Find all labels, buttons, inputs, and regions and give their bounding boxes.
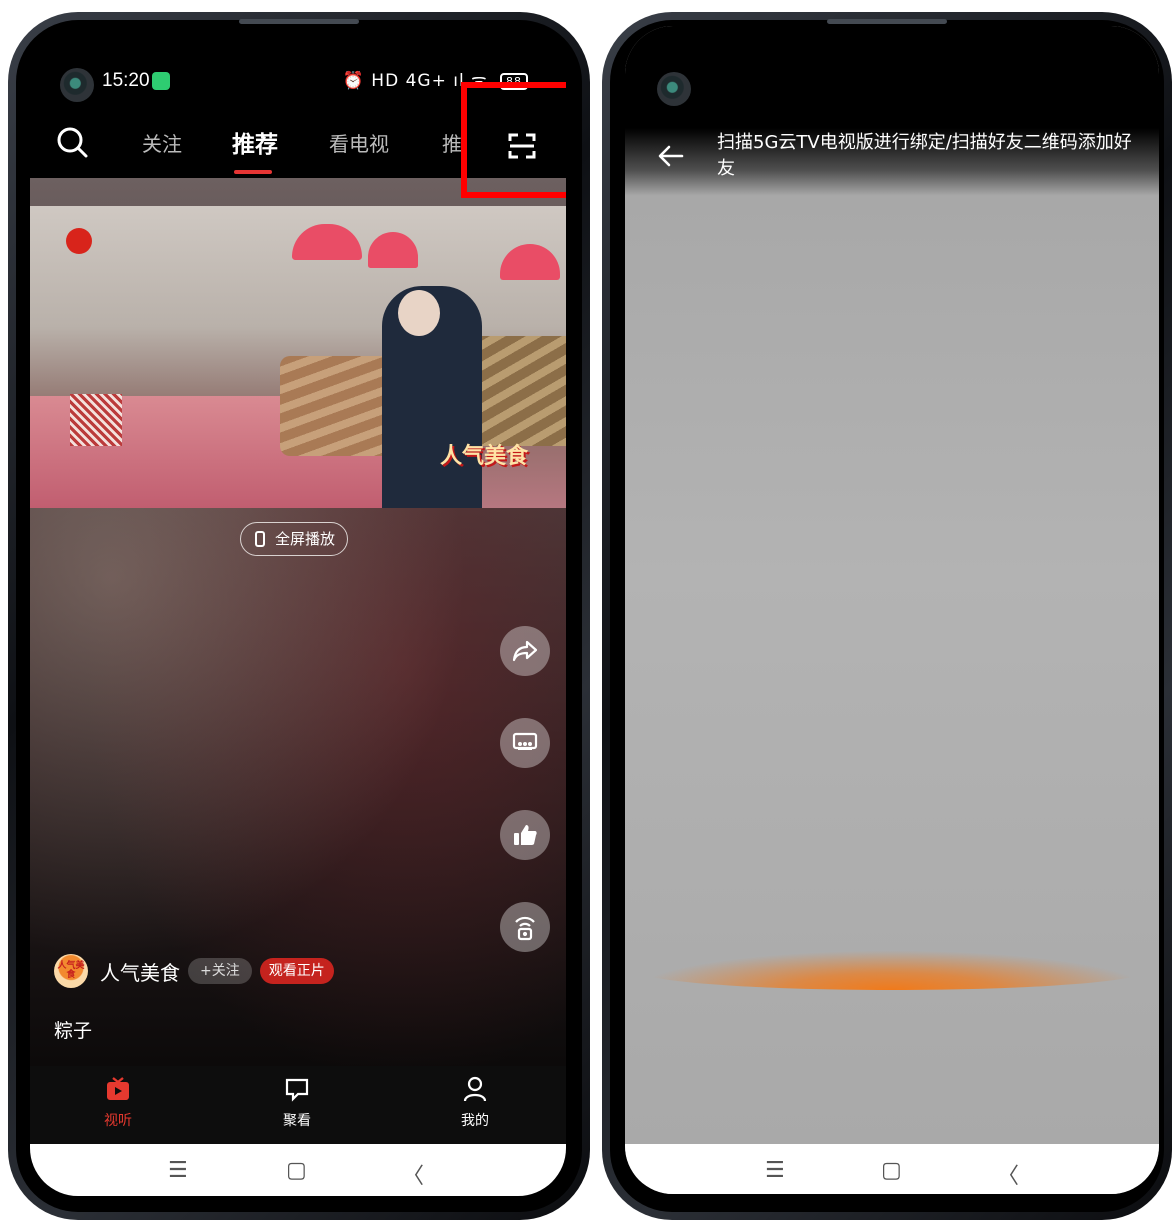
tab-watch-tv[interactable]: 看电视 bbox=[329, 128, 389, 157]
like-button[interactable] bbox=[500, 810, 550, 860]
scan-header: 扫描5G云TV电视版进行绑定/扫描好友二维码添加好友 bbox=[625, 26, 1159, 196]
zongzi-pile bbox=[470, 336, 566, 446]
vendor-head bbox=[398, 290, 440, 336]
system-navigation-bar: ☰ ▢ 〈 bbox=[625, 1144, 1159, 1194]
tab-follow[interactable]: 关注 bbox=[142, 128, 182, 157]
video-caption: 粽子 bbox=[54, 1020, 93, 1042]
camera-viewfinder bbox=[625, 196, 1159, 1144]
author-row: 人气美食 人气美食 +关注 观看正片 bbox=[54, 954, 334, 988]
tab-recommend[interactable]: 推荐 bbox=[232, 125, 278, 159]
search-icon[interactable] bbox=[56, 126, 90, 164]
home-icon[interactable]: ▢ bbox=[881, 1158, 902, 1183]
fullscreen-label: 全屏播放 bbox=[275, 529, 336, 548]
video-player[interactable]: 人气美食 bbox=[30, 206, 566, 508]
bottom-nav-label: 视听 bbox=[104, 1113, 132, 1129]
left-screen: 15:20 ⏰ HD 4G+ ıl ᯤ 88 关注 推荐 看电视 推 人气美食 … bbox=[30, 24, 566, 1196]
right-phone: 扫描5G云TV电视版进行绑定/扫描好友二维码添加好友 ☰ ▢ 〈 bbox=[602, 12, 1172, 1220]
fullscreen-button[interactable]: 全屏播放 bbox=[240, 522, 349, 556]
bottom-nav-gather[interactable]: 聚看 bbox=[252, 1076, 342, 1130]
avatar[interactable]: 人气美食 bbox=[54, 954, 88, 988]
notification-icon bbox=[152, 72, 170, 90]
lamp-shape bbox=[292, 224, 362, 260]
back-icon[interactable]: 〈 bbox=[402, 1158, 424, 1190]
right-screen: 扫描5G云TV电视版进行绑定/扫描好友二维码添加好友 ☰ ▢ 〈 bbox=[625, 26, 1159, 1194]
bottom-nav-label: 聚看 bbox=[283, 1113, 311, 1129]
active-tab-indicator bbox=[234, 170, 272, 174]
share-button[interactable] bbox=[500, 626, 550, 676]
video-overlay-text: 人气美食 bbox=[440, 444, 529, 469]
home-icon[interactable]: ▢ bbox=[286, 1158, 307, 1183]
author-name[interactable]: 人气美食 bbox=[100, 957, 180, 986]
chat-icon bbox=[285, 1078, 309, 1102]
system-navigation-bar: ☰ ▢ 〈 bbox=[30, 1144, 566, 1196]
speaker-grille bbox=[827, 19, 947, 24]
scan-line bbox=[635, 950, 1149, 990]
qr-sticker bbox=[70, 394, 122, 446]
menu-icon[interactable]: ☰ bbox=[765, 1158, 785, 1183]
lamp-shape bbox=[500, 244, 560, 280]
front-camera bbox=[60, 68, 94, 102]
video-feed: 人气美食 全屏播放 人气美食 人气美食 +关注 观看正片 粽子 bbox=[30, 178, 566, 1066]
screening-room-icon bbox=[512, 732, 538, 750]
user-icon bbox=[463, 1076, 487, 1102]
watch-full-button[interactable]: 观看正片 bbox=[259, 958, 334, 984]
back-arrow-icon[interactable] bbox=[657, 144, 685, 172]
tab-more[interactable]: 推 bbox=[442, 128, 462, 157]
status-time: 15:20 bbox=[102, 70, 150, 91]
follow-button[interactable]: +关注 bbox=[188, 958, 252, 984]
remote-control-icon bbox=[515, 916, 535, 941]
front-camera bbox=[657, 72, 691, 106]
lamp-shape bbox=[368, 232, 418, 268]
bottom-nav-label: 我的 bbox=[461, 1113, 489, 1129]
back-icon[interactable]: 〈 bbox=[997, 1158, 1019, 1190]
bottom-nav-mine[interactable]: 我的 bbox=[430, 1076, 520, 1130]
bottom-navigation: 视听 聚看 我的 bbox=[30, 1066, 566, 1146]
share-icon bbox=[512, 640, 538, 662]
rotate-phone-icon bbox=[255, 531, 265, 547]
bottom-nav-audio-video[interactable]: 视听 bbox=[73, 1076, 163, 1130]
left-phone: 15:20 ⏰ HD 4G+ ıl ᯤ 88 关注 推荐 看电视 推 人气美食 … bbox=[8, 12, 590, 1220]
thumbs-up-icon bbox=[514, 825, 537, 845]
remote-cast-button[interactable] bbox=[500, 902, 550, 952]
scan-highlight-box bbox=[461, 82, 566, 198]
cast-screen-button[interactable] bbox=[500, 718, 550, 768]
menu-icon[interactable]: ☰ bbox=[168, 1158, 188, 1183]
channel-logo-icon bbox=[66, 228, 92, 254]
scan-title: 扫描5G云TV电视版进行绑定/扫描好友二维码添加好友 bbox=[717, 132, 1132, 179]
tv-icon bbox=[107, 1077, 129, 1100]
